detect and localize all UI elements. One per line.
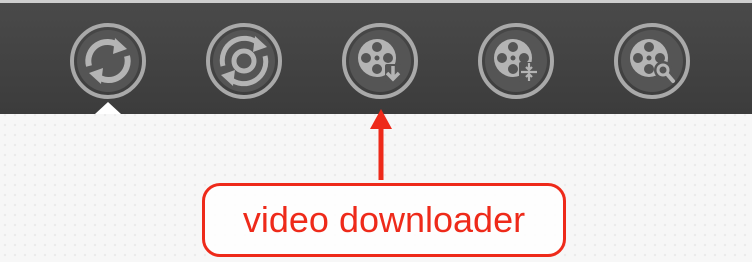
callout-label: video downloader: [242, 199, 526, 240]
convert-button[interactable]: [69, 22, 147, 100]
rotate-disc-icon: [206, 23, 282, 99]
top-strip: [0, 0, 752, 3]
film-reel-compress-icon: [478, 23, 554, 99]
video-compressor-button[interactable]: [477, 22, 555, 100]
video-editor-button[interactable]: [613, 22, 691, 100]
callout-label-box: video downloader: [202, 183, 566, 257]
toolbar: [0, 0, 752, 114]
circular-arrows-convert-icon: [70, 23, 146, 99]
film-reel-download-icon: [342, 23, 418, 99]
rotate-disc-button[interactable]: [205, 22, 283, 100]
active-tab-indicator: [95, 102, 121, 114]
video-downloader-button[interactable]: [341, 22, 419, 100]
film-reel-wrench-icon: [614, 23, 690, 99]
